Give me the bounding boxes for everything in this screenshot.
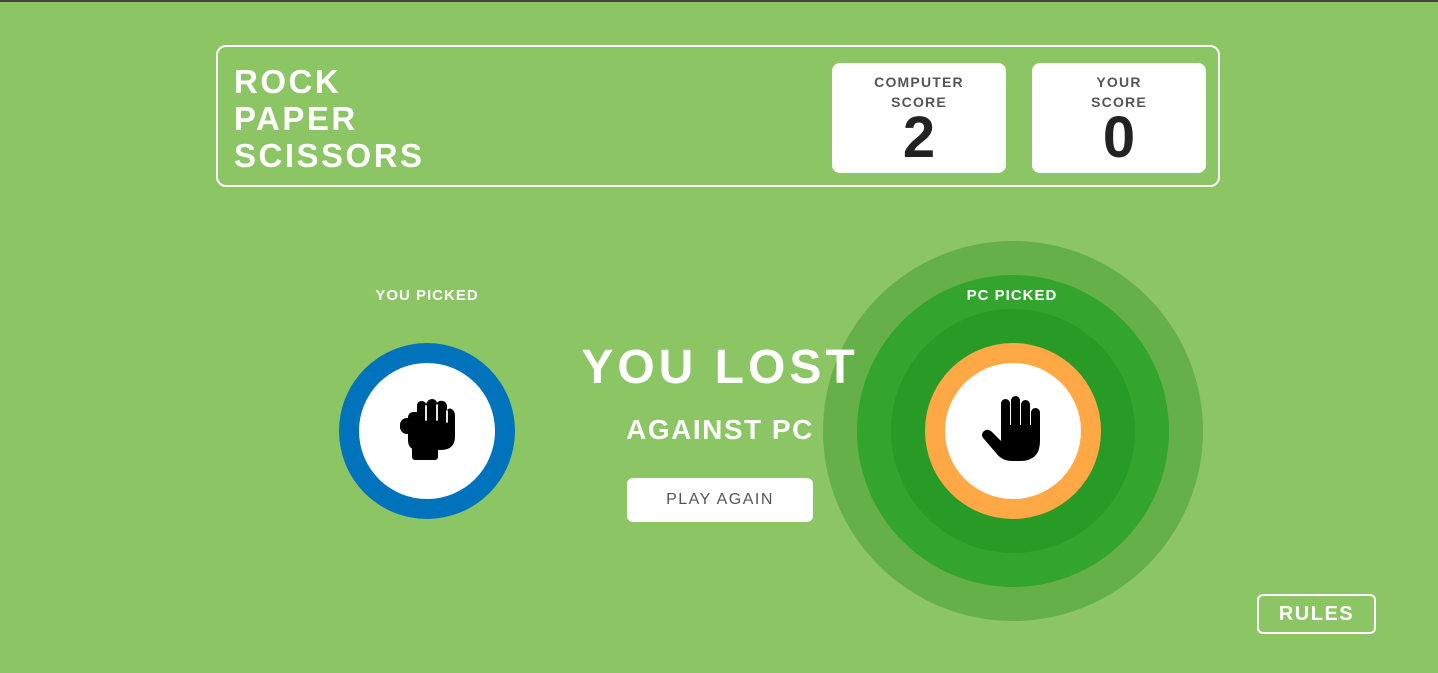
your-score-value: 0 [1102,105,1136,170]
pc-pick-paper-token [925,343,1101,519]
window-top-border [0,0,1438,2]
result-title: YOU LOST [581,341,859,394]
scoreboard-header: ROCK PAPER SCISSORS COMPUTER SCORE 2 YOU… [216,45,1220,187]
user-pick-rock-token [339,343,515,519]
token-inner [359,363,495,499]
computer-score-value: 2 [902,105,936,170]
pc-picked-label: PC PICKED [966,287,1058,304]
computer-score-card: COMPUTER SCORE 2 [832,63,1006,173]
game-title-line: PAPER [234,100,358,137]
you-picked-label: YOU PICKED [375,287,479,304]
rules-button[interactable]: RULES [1257,594,1376,634]
game-title-line: SCISSORS [234,137,425,174]
game-title: ROCK PAPER SCISSORS [234,63,425,174]
your-score-card: YOUR SCORE 0 [1032,63,1206,173]
game-title-line: ROCK [234,63,342,100]
token-inner [945,363,1081,499]
paper-hand-icon [980,395,1046,468]
play-again-button[interactable]: PLAY AGAIN [627,478,813,522]
rock-fist-icon [398,396,456,467]
